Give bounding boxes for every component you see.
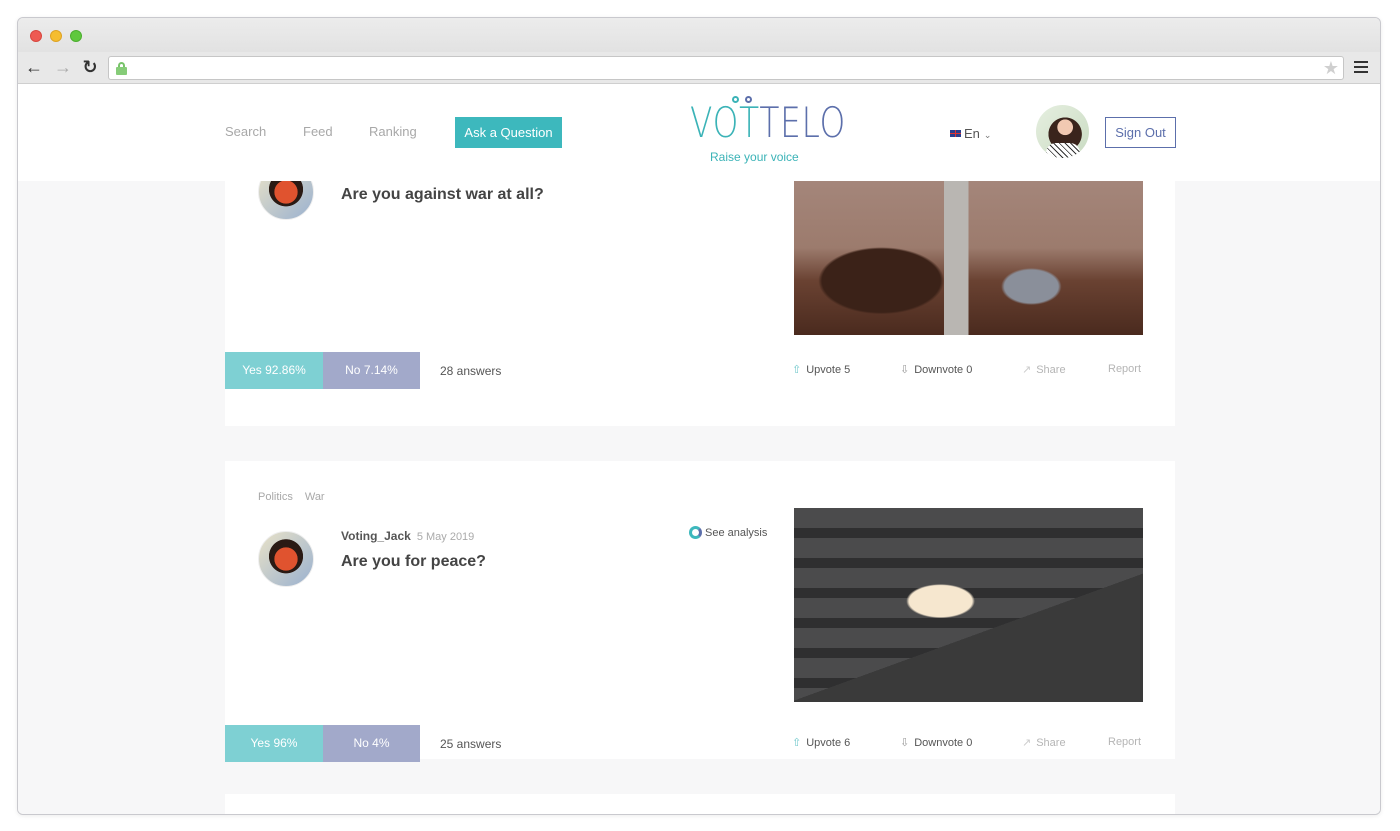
vote-bar: Yes 92.86% No 7.14% (225, 352, 420, 389)
sign-out-button[interactable]: Sign Out (1105, 117, 1176, 148)
vote-no-button[interactable]: No 7.14% (323, 352, 420, 389)
tag-war[interactable]: War (305, 491, 325, 503)
tag-list: Politics War (258, 491, 337, 503)
browser-window: ← → ↻ ★ Voting_Jack 5 May 2019 Are you ag… (17, 17, 1381, 815)
star-icon[interactable]: ★ (1323, 58, 1339, 78)
site-logo[interactable]: VOTTELO Raise your voice (690, 94, 845, 164)
downvote-button[interactable]: ⇩ Downvote 0 (900, 363, 972, 376)
upvote-label: Upvote 6 (806, 737, 851, 749)
uk-flag-icon (950, 130, 961, 137)
vote-no-button[interactable]: No 4% (323, 725, 420, 762)
reload-icon[interactable]: ↻ (80, 57, 100, 77)
title-bar (18, 18, 1380, 52)
chevron-down-icon: ⌄ (983, 130, 992, 140)
vote-yes-button[interactable]: Yes 96% (225, 725, 323, 762)
see-analysis-label: See analysis (705, 527, 768, 539)
question-title[interactable]: Are you for peace? (341, 553, 486, 571)
upvote-label: Upvote 5 (806, 364, 851, 376)
report-button[interactable]: Report (1108, 363, 1141, 375)
question-date: 5 May 2019 (416, 531, 475, 543)
report-button[interactable]: Report (1108, 736, 1141, 748)
downvote-arrow-icon: ⇩ (900, 364, 910, 376)
question-card-partial (225, 794, 1175, 814)
nav-ranking[interactable]: Ranking (369, 124, 417, 139)
nav-search[interactable]: Search (225, 124, 266, 139)
nav-feed[interactable]: Feed (303, 124, 333, 139)
forward-arrow-icon[interactable]: → (53, 57, 73, 77)
downvote-arrow-icon: ⇩ (900, 737, 910, 749)
close-window-button[interactable] (30, 30, 42, 42)
ask-question-button[interactable]: Ask a Question (455, 117, 562, 148)
user-avatar[interactable] (1036, 105, 1089, 158)
answers-count[interactable]: 25 answers (440, 737, 501, 751)
share-button[interactable]: ↗ Share (1022, 736, 1066, 749)
page: Voting_Jack 5 May 2019 Are you against wa… (18, 84, 1380, 814)
downvote-label: Downvote 0 (914, 364, 973, 376)
author-username[interactable]: Voting_Jack (341, 529, 411, 543)
minimize-window-button[interactable] (50, 30, 62, 42)
upvote-button[interactable]: ⇧ Upvote 6 (792, 736, 850, 749)
answers-count[interactable]: 28 answers (440, 364, 501, 378)
back-arrow-icon[interactable]: ← (24, 57, 44, 77)
upvote-arrow-icon: ⇧ (792, 737, 802, 749)
maximize-window-button[interactable] (70, 30, 82, 42)
lock-icon (116, 62, 127, 75)
downvote-label: Downvote 0 (914, 737, 973, 749)
question-title[interactable]: Are you against war at all? (341, 186, 544, 204)
vote-bar: Yes 96% No 4% (225, 725, 420, 762)
author-name[interactable]: Voting_Jack 5 May 2019 (341, 529, 474, 543)
share-icon: ↗ (1022, 364, 1032, 376)
downvote-button[interactable]: ⇩ Downvote 0 (900, 736, 972, 749)
language-label: En (964, 126, 980, 141)
language-selector[interactable]: En ⌄ (950, 126, 991, 141)
tag-politics[interactable]: Politics (258, 491, 293, 503)
see-analysis-link[interactable]: See analysis (689, 526, 767, 539)
share-icon: ↗ (1022, 737, 1032, 749)
site-header: Search Feed Ranking Ask a Question VOTTE… (18, 84, 1380, 181)
address-bar[interactable]: ★ (108, 56, 1344, 80)
share-button[interactable]: ↗ Share (1022, 363, 1066, 376)
upvote-arrow-icon: ⇧ (792, 364, 802, 376)
logo-part-1: VOT (690, 98, 760, 147)
browser-toolbar: ← → ↻ ★ (18, 52, 1380, 84)
question-image-dove[interactable] (794, 508, 1143, 702)
logo-tagline: Raise your voice (710, 150, 799, 164)
upvote-button[interactable]: ⇧ Upvote 5 (792, 363, 850, 376)
logo-part-2: TELO (759, 98, 847, 147)
share-label: Share (1036, 364, 1066, 376)
hamburger-menu-icon[interactable] (1354, 61, 1368, 73)
question-card: Politics War Voting_Jack 5 May 2019 Are yo… (225, 461, 1175, 762)
analysis-icon (689, 526, 702, 539)
author-avatar[interactable] (258, 531, 314, 587)
vote-yes-button[interactable]: Yes 92.86% (225, 352, 323, 389)
share-label: Share (1036, 737, 1066, 749)
logo-wordmark: VOTTELO (690, 100, 846, 146)
